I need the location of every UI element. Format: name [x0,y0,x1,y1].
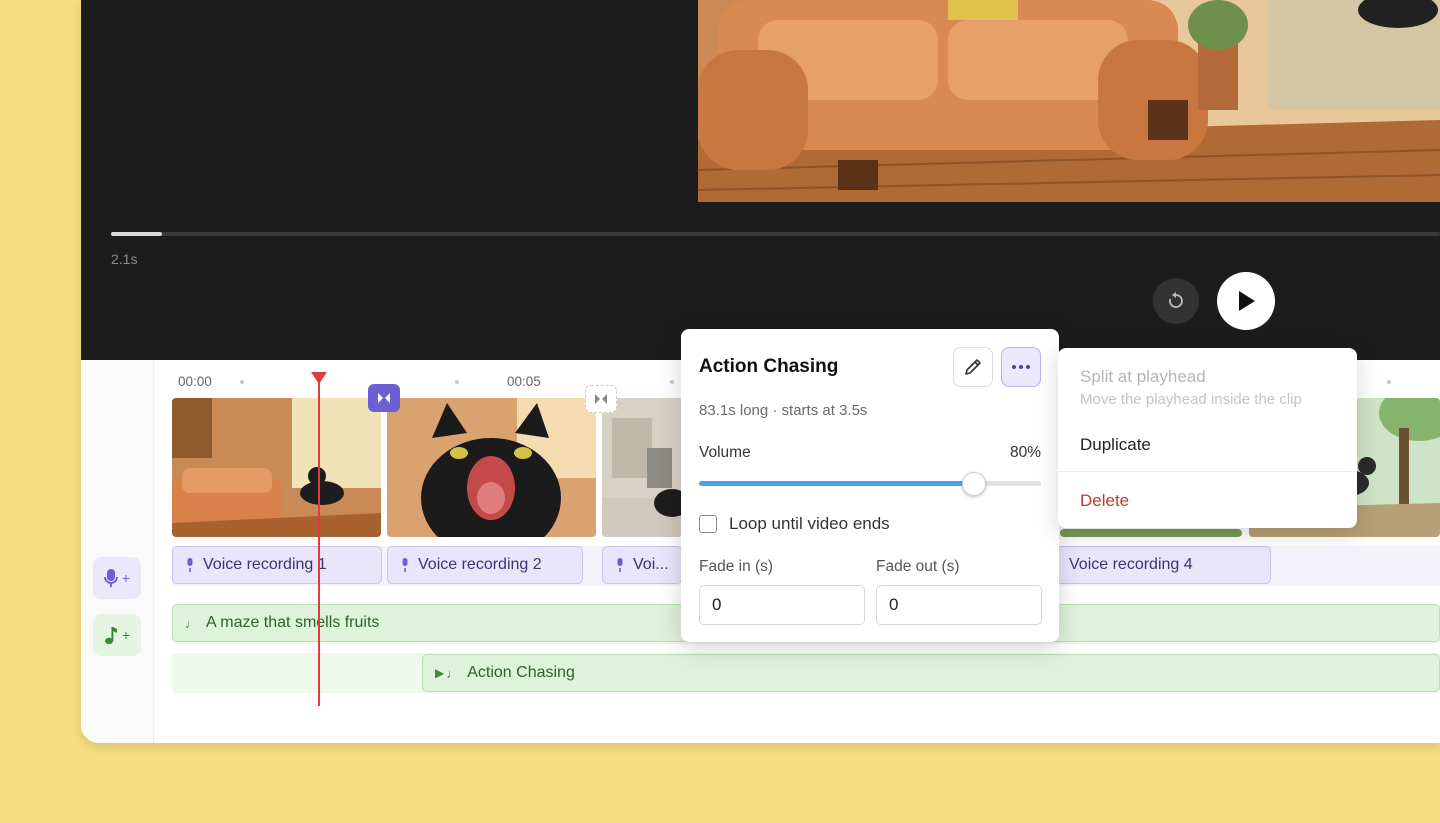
music-clip-label: Action Chasing [467,664,575,681]
voice-clip-label: Voi... [633,556,669,573]
music-note-icon: ♩ [446,665,460,681]
clip-options-menu: Split at playhead Move the playhead insi… [1058,348,1357,528]
add-voice-recording-button[interactable]: + [93,557,141,599]
transition-button-active[interactable] [368,384,400,412]
ruler-tick [240,380,244,384]
video-clip-thumbnail[interactable] [387,398,596,537]
microphone-icon [617,558,623,572]
music-note-icon [104,627,117,645]
kitchen-thumbnail-image [602,398,682,537]
ruler-label-5s: 00:05 [507,374,541,389]
timeline-gutter [81,360,154,743]
music-clip-selected[interactable]: ▶ ♩ Action Chasing [422,654,1440,692]
plus-icon: + [121,627,131,643]
music-note-icon: ♩ [185,615,198,631]
playhead-line[interactable] [318,378,320,706]
split-at-playhead-item[interactable]: Split at playhead [1080,367,1206,387]
loop-checkbox[interactable] [699,515,717,533]
fade-in-input[interactable]: 0 [699,585,865,625]
duplicate-item[interactable]: Duplicate [1080,435,1151,455]
more-options-button[interactable] [1001,347,1041,387]
play-triangle-icon: ▶ [435,666,445,680]
ellipsis-icon [1012,365,1030,369]
volume-slider[interactable] [699,472,1041,496]
voice-clip-label: Voice recording 1 [203,556,327,573]
living-room-cat-illustration [698,0,1440,202]
ruler-tick [670,380,674,384]
fade-out-label: Fade out (s) [876,558,960,575]
pencil-icon [965,359,981,375]
volume-slider-thumb[interactable] [961,472,986,496]
voice-clip[interactable]: Voice recording 4 [1056,546,1271,584]
voice-clip[interactable]: Voice recording 1 [172,546,382,584]
play-icon [1239,291,1255,311]
fade-out-input[interactable]: 0 [876,585,1042,625]
replay-button[interactable] [1153,278,1199,324]
music-clip-label: A maze that smells fruits [206,614,380,631]
menu-divider [1058,471,1357,472]
voice-clip[interactable]: Voice recording 2 [387,546,583,584]
voice-clip-label: Voice recording 2 [418,556,542,573]
volume-label: Volume [699,444,751,461]
ruler-tick [455,380,459,384]
edit-button[interactable] [953,347,993,387]
delete-item[interactable]: Delete [1080,491,1129,511]
clip-duration-info: 83.1s long · starts at 3.5s [699,402,868,419]
yawning-cat-thumbnail-image [387,398,596,537]
playback-progress-bar[interactable] [111,232,1440,236]
popover-title: Action Chasing [699,356,839,377]
voice-clip-label: Voice recording 4 [1069,556,1193,573]
video-player: 2.1s [81,0,1440,360]
plus-icon: + [121,570,131,586]
add-music-button[interactable]: + [93,614,141,656]
clip-settings-popover: Action Chasing 83.1s long · starts at 3.… [681,329,1059,642]
ruler-label-start: 00:00 [178,374,212,389]
video-preview-frame [698,0,1440,202]
video-clip-thumbnail[interactable] [602,398,682,537]
replay-icon [1169,292,1183,308]
video-clip-thumbnail[interactable] [172,398,381,537]
play-button[interactable] [1217,272,1275,330]
transition-button[interactable] [585,385,617,413]
microphone-icon [402,558,408,572]
playback-progress-fill [111,232,162,236]
fade-in-label: Fade in (s) [699,558,774,575]
playhead-handle[interactable] [311,372,327,384]
voice-clip[interactable]: Voi... [602,546,682,584]
volume-slider-fill [699,481,973,486]
microphone-icon [104,569,118,587]
living-room-thumbnail-image [172,398,381,537]
transition-icon [595,394,607,404]
current-time-label: 2.1s [111,251,138,267]
loop-option[interactable]: Loop until video ends [699,514,890,534]
transition-icon [378,393,390,403]
microphone-icon [187,558,193,572]
video-clip-thumbnail[interactable] [1060,529,1242,537]
loop-label: Loop until video ends [729,514,890,533]
split-hint: Move the playhead inside the clip [1080,391,1302,408]
volume-value: 80% [1009,444,1041,461]
ruler-tick [1387,380,1391,384]
